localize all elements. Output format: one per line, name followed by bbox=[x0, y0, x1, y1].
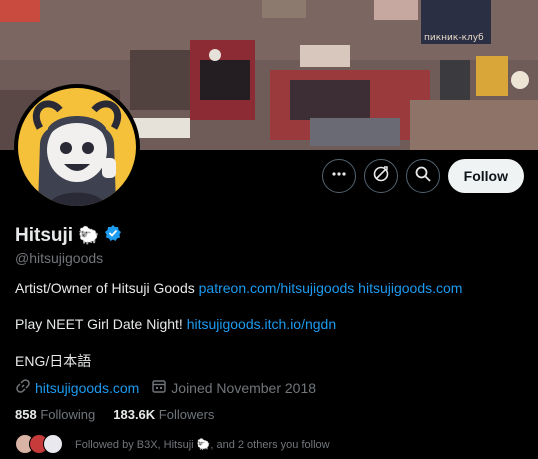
follow-stats: 858 Following 183.6K Followers bbox=[15, 407, 214, 422]
more-icon bbox=[331, 166, 347, 187]
link-icon bbox=[15, 378, 31, 397]
bio-line-2: Play NEET Girl Date Night! hitsujigoods.… bbox=[15, 316, 336, 332]
followers-link[interactable]: 183.6K Followers bbox=[113, 407, 214, 422]
followed-by-text: Followed by B3X, Hitsuji 🐑, and 2 others… bbox=[75, 438, 330, 451]
website-link[interactable]: hitsujigoods.com bbox=[35, 380, 139, 396]
following-label: Following bbox=[40, 407, 96, 422]
bio-text: Play NEET Girl Date Night! bbox=[15, 316, 187, 332]
joined-item: Joined November 2018 bbox=[151, 378, 316, 397]
search-icon bbox=[414, 165, 432, 188]
profile-actions: Follow bbox=[321, 159, 524, 193]
banner-sign-text: пикник-клуб bbox=[424, 33, 484, 43]
subscribe-icon bbox=[372, 165, 390, 188]
following-count: 858 bbox=[15, 407, 37, 422]
name-row: Hitsuji 🐑 bbox=[15, 224, 122, 247]
bio-line-3: ENG/日本語 bbox=[15, 353, 92, 369]
subscribe-button[interactable] bbox=[363, 159, 398, 193]
calendar-icon bbox=[151, 378, 167, 397]
sheep-emoji: 🐑 bbox=[78, 225, 100, 245]
patreon-link[interactable]: patreon.com/hitsujigoods bbox=[199, 280, 355, 296]
followers-count: 183.6K bbox=[113, 407, 156, 422]
follower-avatars bbox=[15, 434, 63, 454]
itch-link[interactable]: hitsujigoods.itch.io/ngdn bbox=[187, 316, 336, 332]
handle: @hitsujigoods bbox=[15, 250, 104, 266]
followed-by[interactable]: Followed by B3X, Hitsuji 🐑, and 2 others… bbox=[15, 434, 330, 454]
avatar bbox=[43, 434, 63, 454]
more-button[interactable] bbox=[321, 159, 356, 193]
bio-line-1: Artist/Owner of Hitsuji Goods patreon.co… bbox=[15, 280, 462, 296]
follow-button[interactable]: Follow bbox=[447, 159, 524, 193]
profile-meta: hitsujigoods.com Joined November 2018 bbox=[15, 378, 328, 397]
verified-icon[interactable] bbox=[104, 224, 122, 247]
bio-text: Artist/Owner of Hitsuji Goods bbox=[15, 280, 199, 296]
website-bio-link[interactable]: hitsujigoods.com bbox=[358, 280, 462, 296]
joined-date: Joined November 2018 bbox=[171, 379, 317, 396]
profile-avatar[interactable] bbox=[14, 84, 140, 210]
following-link[interactable]: 858 Following bbox=[15, 407, 95, 422]
followers-label: Followers bbox=[158, 407, 215, 422]
avatar-illustration bbox=[18, 88, 136, 206]
display-name: Hitsuji bbox=[15, 224, 74, 246]
search-button[interactable] bbox=[405, 159, 440, 193]
website-item: hitsujigoods.com bbox=[15, 378, 139, 397]
